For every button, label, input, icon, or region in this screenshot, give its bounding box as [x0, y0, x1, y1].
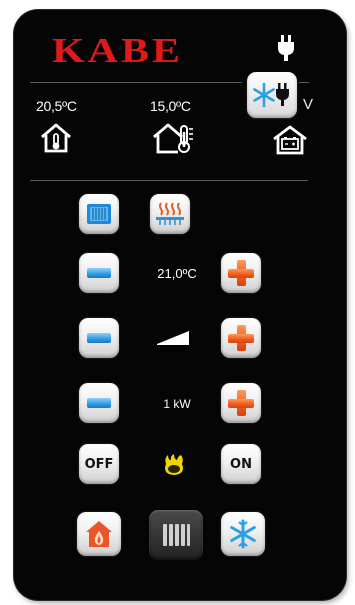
- snowflake-plug-icon: [253, 82, 289, 108]
- voltage-label: V: [303, 96, 314, 113]
- on-label: ON: [230, 456, 252, 472]
- temperature-increase-button[interactable]: [221, 253, 261, 293]
- radiator-mode-button[interactable]: [149, 510, 203, 560]
- heating-mode-button[interactable]: [77, 512, 121, 556]
- temperature-decrease-button[interactable]: [79, 253, 119, 293]
- outdoor-thermometer-icon: [153, 123, 193, 154]
- off-label: OFF: [84, 456, 114, 472]
- indoor-temperature: 20,5ºC: [36, 98, 77, 114]
- off-button[interactable]: OFF: [79, 444, 119, 484]
- power-value: 1 kW: [163, 397, 191, 411]
- battery-house-icon: [273, 125, 307, 155]
- frost-protection-button[interactable]: [247, 72, 297, 118]
- flame-icon: [165, 454, 183, 475]
- power-increase-button[interactable]: [221, 383, 261, 423]
- fan-speed-level-icon: [157, 331, 189, 345]
- kabe-logo: KABE: [52, 32, 184, 71]
- section-divider: [30, 180, 308, 181]
- radiator-icon: [163, 524, 190, 546]
- cooling-mode-button[interactable]: [221, 512, 265, 556]
- minus-icon: [87, 268, 111, 278]
- fan-convector-icon: [87, 204, 111, 224]
- power-decrease-button[interactable]: [79, 383, 119, 423]
- on-button[interactable]: ON: [221, 444, 261, 484]
- minus-icon: [87, 398, 111, 408]
- outdoor-temperature: 15,0ºC: [150, 98, 191, 114]
- floor-heating-icon: [156, 202, 184, 225]
- minus-icon: [87, 333, 111, 343]
- fan-speed-increase-button[interactable]: [221, 318, 261, 358]
- header-divider: [30, 82, 242, 83]
- house-flame-icon: [86, 521, 112, 547]
- fan-mode-button[interactable]: [79, 194, 119, 234]
- set-temperature-value: 21,0ºC: [157, 266, 197, 281]
- plug-icon: [278, 35, 294, 61]
- floor-heating-button[interactable]: [150, 194, 190, 234]
- header-divider-right: [299, 82, 309, 83]
- fan-speed-decrease-button[interactable]: [79, 318, 119, 358]
- snowflake-icon: [230, 519, 256, 549]
- indoor-thermometer-icon: [41, 123, 71, 153]
